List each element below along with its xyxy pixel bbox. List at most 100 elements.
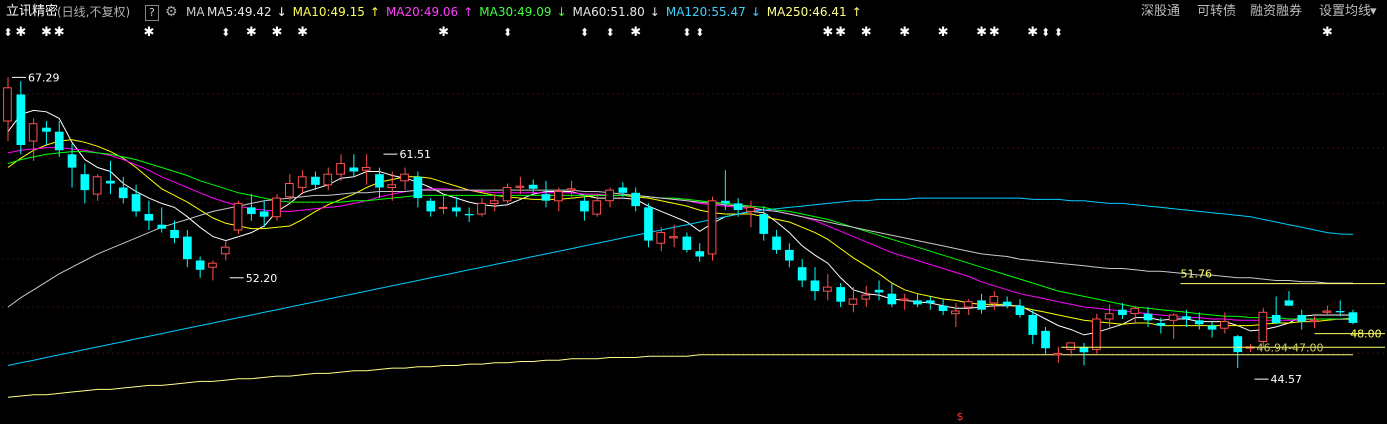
ma-line-ma10 (7, 139, 1354, 327)
candle-body-36 (464, 214, 474, 216)
candle-body-18 (233, 202, 243, 231)
event-arrow-7: ⬍ (1041, 26, 1050, 39)
candle-body-95 (1220, 321, 1229, 329)
candle-body-87 (1118, 309, 1127, 315)
candle-body-1 (16, 94, 26, 145)
candle-body-100 (1284, 300, 1294, 306)
candle-body-49 (631, 192, 640, 207)
candle-body-47 (605, 189, 614, 202)
candle-body-46 (592, 200, 602, 215)
candle-body-98 (1258, 311, 1268, 342)
candle-body-22 (285, 183, 294, 198)
candle-body-40 (515, 185, 525, 188)
candle-body-102 (1309, 319, 1319, 323)
ma-line-ma120 (7, 197, 1354, 366)
candle-body-99 (1271, 315, 1281, 323)
event-arrow-6: ⬍ (695, 26, 704, 39)
candle-body-67 (861, 294, 871, 300)
event-arrow-8: ⬍ (1054, 26, 1063, 39)
candle-body-62 (797, 267, 807, 281)
ma-line-ma30 (7, 151, 1354, 320)
candle-body-30 (387, 184, 397, 189)
candle-body-104 (1335, 311, 1345, 313)
annotation-label-2: 52.20 (246, 272, 278, 285)
candle-body-88 (1130, 307, 1140, 315)
candle-body-73 (938, 305, 948, 311)
candle-body-79 (1015, 305, 1025, 315)
candle-body-74 (951, 310, 960, 315)
candle-body-5 (67, 154, 77, 168)
candle-body-16 (208, 262, 217, 268)
event-arrow-4: ⬍ (605, 26, 614, 39)
event-asterisk-16: ✱ (1027, 25, 1038, 40)
candle-body-58 (746, 206, 755, 212)
candle-body-57 (733, 203, 743, 210)
event-asterisk-11: ✱ (861, 25, 872, 40)
event-asterisk-2: ✱ (54, 25, 65, 40)
candle-body-25 (323, 173, 333, 186)
candle-body-23 (297, 176, 307, 188)
candle-body-45 (580, 200, 589, 212)
annotation-label-6: 44.57 (1271, 373, 1303, 386)
candle-body-68 (874, 289, 884, 293)
candle-body-56 (721, 200, 730, 204)
candle-body-81 (1041, 330, 1050, 349)
event-asterisk-7: ✱ (438, 25, 449, 40)
candle-body-15 (195, 260, 205, 270)
candle-body-13 (170, 230, 179, 238)
candle-body-69 (887, 293, 897, 305)
candle-body-4 (54, 131, 64, 151)
bottom-marker: $ (957, 410, 964, 423)
candle-body-54 (695, 251, 705, 257)
candle-body-3 (42, 127, 51, 132)
event-asterisk-14: ✱ (976, 25, 987, 40)
annotation-label-0: 67.29 (28, 71, 60, 84)
candle-body-83 (1066, 342, 1076, 350)
candle-body-35 (452, 207, 461, 212)
candle-body-43 (554, 191, 563, 202)
candle-body-10 (131, 194, 141, 212)
candle-body-80 (1028, 315, 1038, 335)
candle-body-21 (272, 197, 281, 218)
candle-body-93 (1194, 320, 1204, 325)
candle-body-14 (183, 236, 192, 260)
candle-body-77 (989, 295, 999, 304)
annotation-label-5: 46.94-47.00 (1257, 341, 1324, 354)
candle-body-26 (336, 163, 345, 175)
candle-body-82 (1053, 353, 1063, 356)
candle-body-2 (28, 123, 38, 142)
event-asterisk-15: ✱ (989, 25, 1000, 40)
event-asterisk-6: ✱ (297, 25, 308, 40)
candle-body-91 (1168, 314, 1178, 321)
event-asterisk-5: ✱ (272, 25, 283, 40)
candle-body-52 (669, 236, 678, 239)
candle-body-61 (785, 249, 794, 261)
candle-body-44 (566, 188, 576, 191)
ma-line-ma5 (7, 109, 1353, 336)
candlestick-chart[interactable]: ✱ ✱ ✱ ✱ ✱ ✱ ✱ ✱ ✱ ✱ ✱ ✱ ✱ ✱ ✱ ✱ ✱ ✱⬍ ⬍ ⬍ ⬍ ⬍ ⬍ ⬍ ⬍ ⬍67.2961.5152.… (0, 0, 1387, 424)
event-arrow-1: ⬍ (221, 26, 230, 39)
candle-body-76 (977, 300, 986, 310)
event-asterisk-17: ✱ (1322, 25, 1333, 40)
candle-body-29 (375, 174, 384, 188)
candle-body-72 (925, 300, 935, 304)
candle-body-48 (618, 187, 628, 193)
event-asterisk-0: ✱ (15, 25, 26, 40)
candle-body-66 (848, 298, 858, 305)
candle-body-70 (899, 298, 909, 301)
event-asterisk-4: ✱ (246, 25, 257, 40)
candle-body-85 (1092, 318, 1101, 351)
candle-body-31 (400, 173, 409, 182)
candle-body-64 (823, 286, 832, 292)
candle-body-71 (913, 300, 922, 305)
candle-body-55 (707, 200, 717, 255)
ma-line-ma60 (7, 189, 1353, 308)
event-asterisk-12: ✱ (899, 25, 910, 40)
candle-body-60 (772, 236, 781, 250)
candle-body-53 (682, 236, 692, 250)
candle-body-17 (220, 246, 230, 255)
candle-body-89 (1143, 313, 1153, 321)
candle-body-65 (836, 287, 845, 302)
candle-body-32 (413, 176, 423, 199)
candle-body-51 (656, 232, 666, 244)
